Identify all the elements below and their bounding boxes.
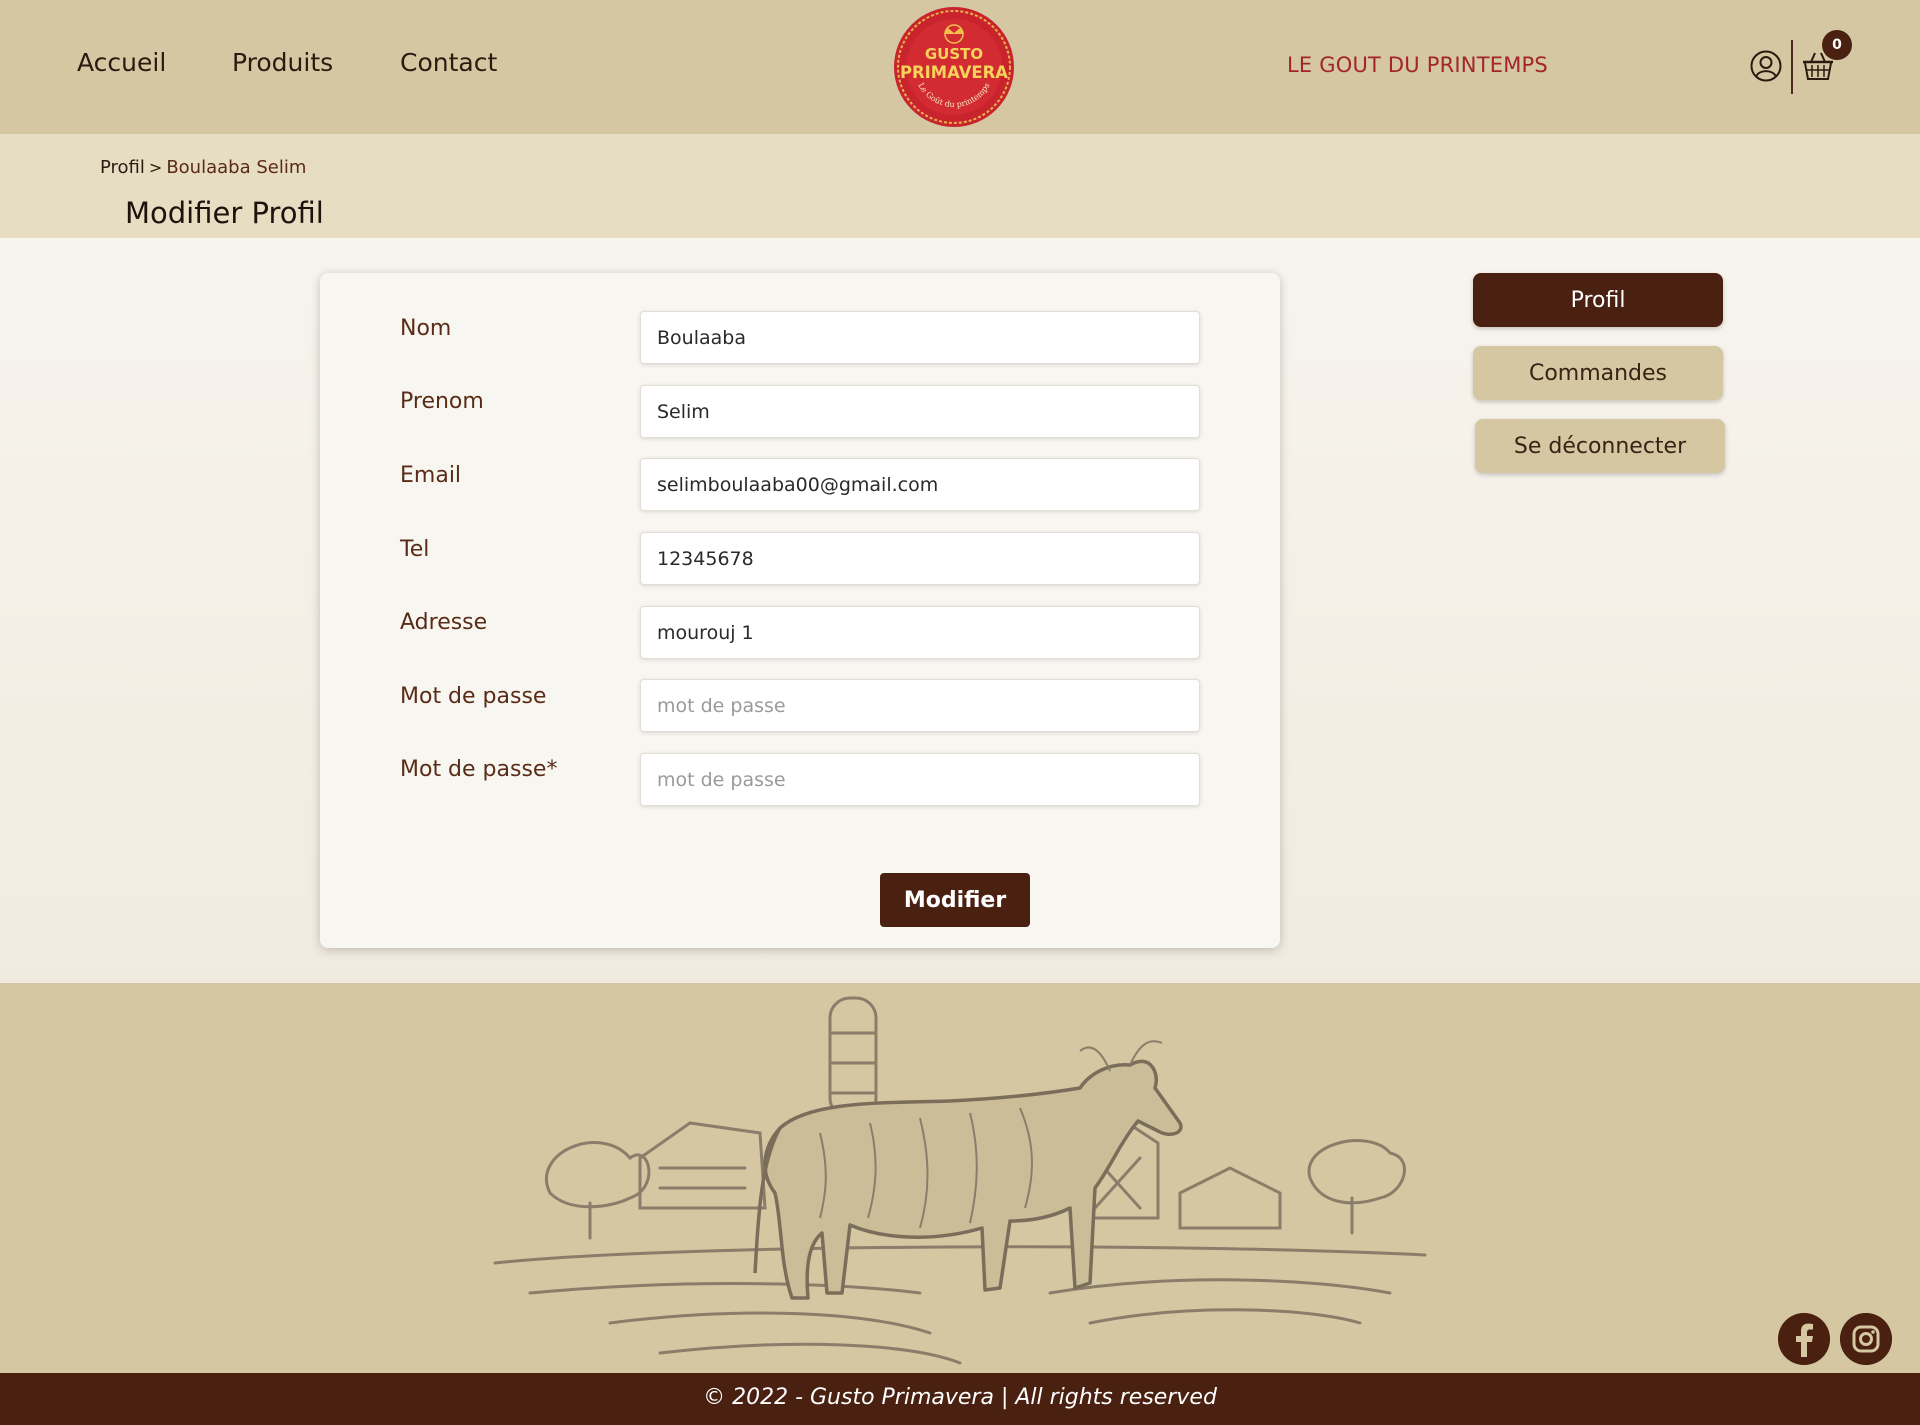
password-confirm-field[interactable]	[640, 753, 1200, 806]
nav-contact[interactable]: Contact	[400, 48, 497, 77]
page-title: Modifier Profil	[125, 196, 324, 230]
logout-button[interactable]: Se déconnecter	[1475, 419, 1725, 473]
facebook-icon[interactable]	[1778, 1313, 1830, 1365]
header-divider	[1791, 40, 1793, 94]
email-field[interactable]	[640, 458, 1200, 511]
password-field[interactable]	[640, 679, 1200, 732]
nom-label: Nom	[400, 316, 452, 341]
breadcrumb-root[interactable]: Profil	[100, 157, 145, 178]
copyright-bar: © 2022 - Gusto Primavera | All rights re…	[0, 1373, 1920, 1425]
password-confirm-label: Mot de passe*	[400, 757, 558, 782]
logo-brand-main: PRIMAVERA	[900, 63, 1009, 83]
password-label: Mot de passe	[400, 684, 547, 709]
cart-count-badge: 0	[1822, 30, 1852, 60]
site-header: Accueil Produits Contact GUSTO PRIMAVERA…	[0, 0, 1920, 134]
adresse-label: Adresse	[400, 610, 488, 635]
profil-button[interactable]: Profil	[1473, 273, 1723, 327]
commandes-button[interactable]: Commandes	[1473, 346, 1723, 400]
gusto-primavera-logo[interactable]: GUSTO PRIMAVERA Le Goût du printemps	[893, 6, 1015, 128]
user-icon[interactable]	[1750, 50, 1782, 82]
copyright-text: © 2022 - Gusto Primavera | All rights re…	[703, 1385, 1217, 1410]
footer-illustration-area	[0, 983, 1920, 1373]
profile-form-card: Nom Prenom Email Tel Adresse Mot de pass…	[320, 273, 1280, 948]
nav-accueil[interactable]: Accueil	[77, 48, 166, 77]
nav-produits[interactable]: Produits	[232, 48, 333, 77]
email-label: Email	[400, 463, 462, 488]
breadcrumb-current: Boulaaba Selim	[166, 157, 307, 178]
modifier-button[interactable]: Modifier	[880, 873, 1030, 927]
nom-field[interactable]	[640, 311, 1200, 364]
adresse-field[interactable]	[640, 606, 1200, 659]
breadcrumb-band: Profil > Boulaaba Selim Modifier Profil	[0, 134, 1920, 238]
tagline: LE GOUT DU PRINTEMPS	[1287, 53, 1548, 77]
farm-cow-illustration	[493, 996, 1427, 1365]
prenom-label: Prenom	[400, 389, 484, 414]
tel-field[interactable]	[640, 532, 1200, 585]
main-content: Nom Prenom Email Tel Adresse Mot de pass…	[0, 238, 1920, 983]
logo-brand-top: GUSTO	[925, 45, 983, 63]
breadcrumb-separator: >	[148, 158, 163, 177]
tel-label: Tel	[400, 537, 430, 562]
prenom-field[interactable]	[640, 385, 1200, 438]
instagram-icon[interactable]	[1840, 1313, 1892, 1365]
breadcrumb: Profil > Boulaaba Selim	[100, 157, 306, 178]
